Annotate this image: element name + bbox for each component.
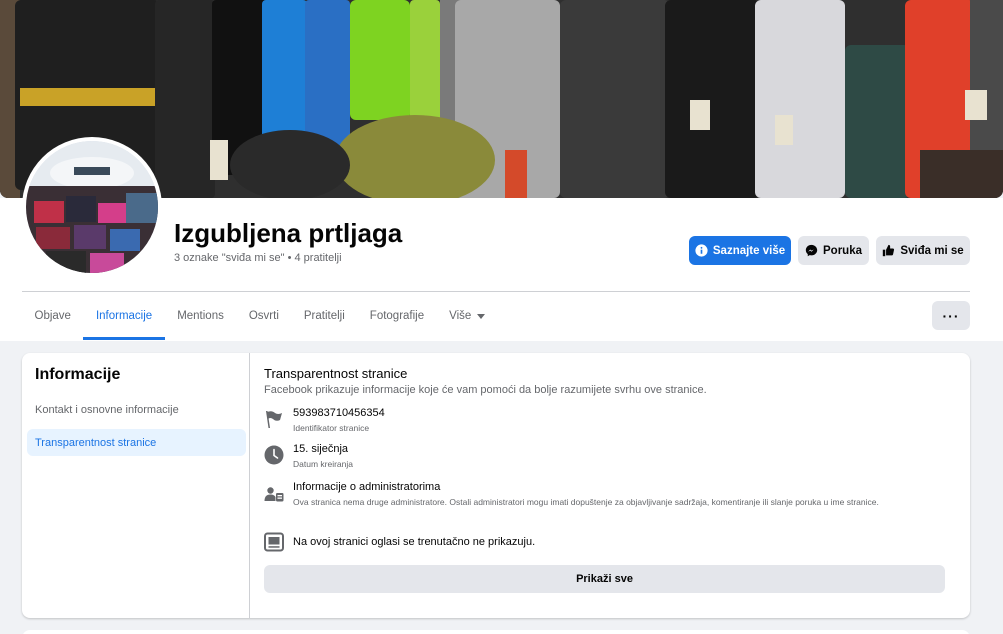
- creation-date-value: 15. siječnja: [293, 443, 349, 455]
- tab-label: Fotografije: [369, 310, 425, 322]
- admins-row: Informacije o administratorima Ova stran…: [264, 481, 954, 523]
- page-title: Izgubljena prtljaga: [174, 218, 403, 248]
- tab-label: Objave: [34, 310, 71, 322]
- about-sidebar: Informacije Kontakt i osnovne informacij…: [22, 353, 250, 618]
- page-id-label: Identifikator stranice: [293, 423, 370, 433]
- page-tabs: Objave Informacije Mentions Osvrti Prati…: [22, 292, 498, 340]
- tab-mentions[interactable]: Mentions: [165, 292, 237, 340]
- tab-label: Informacije: [95, 310, 153, 322]
- profile-avatar[interactable]: [22, 137, 162, 277]
- admins-description: Ova stranica nema druge administratore. …: [293, 497, 879, 507]
- ads-row: Na ovoj stranici oglasi se trenutačno ne…: [264, 532, 954, 557]
- message-label: Poruka: [823, 244, 862, 257]
- creation-date-label: Datum kreiranja: [293, 459, 353, 469]
- ads-status: Na ovoj stranici oglasi se trenutačno ne…: [293, 536, 536, 548]
- admins-title: Informacije o administratorima: [293, 481, 441, 493]
- clock-icon: [264, 445, 284, 465]
- tab-objave[interactable]: Objave: [22, 292, 83, 340]
- tab-label: Mentions: [177, 310, 224, 322]
- sidebar-title: Informacije: [35, 366, 121, 383]
- chevron-down-icon: [477, 313, 486, 319]
- info-icon: [695, 244, 708, 257]
- learn-more-label: Saznajte više: [712, 244, 786, 257]
- like-button[interactable]: Sviđa mi se: [876, 236, 970, 265]
- tab-label: Osvrti: [248, 310, 279, 322]
- more-options-button[interactable]: ···: [932, 301, 970, 330]
- message-button[interactable]: Poruka: [798, 236, 869, 265]
- sidebar-item-transparency[interactable]: Transparentnost stranice: [27, 429, 246, 456]
- admins-icon: [264, 487, 284, 502]
- tab-vise[interactable]: Više: [437, 292, 498, 340]
- flag-icon: [266, 411, 282, 428]
- messenger-icon: [805, 244, 818, 257]
- page-stats[interactable]: 3 oznake "sviđa mi se" • 4 pratitelji: [174, 252, 342, 264]
- sidebar-item-contact[interactable]: Kontakt i osnovne informacije: [27, 396, 246, 423]
- next-card-edge: [22, 630, 970, 634]
- ads-icon: [264, 532, 284, 552]
- creation-date-row: 15. siječnja Datum kreiranja: [264, 443, 954, 471]
- show-all-button[interactable]: Prikaži sve: [264, 565, 945, 593]
- tab-fotografije[interactable]: Fotografije: [357, 292, 436, 340]
- page-id-value: 593983710456354: [293, 407, 385, 419]
- thumbs-up-icon: [883, 244, 895, 257]
- about-card: Informacije Kontakt i osnovne informacij…: [22, 353, 970, 618]
- sidebar-item-label: Kontakt i osnovne informacije: [35, 403, 179, 416]
- tab-informacije[interactable]: Informacije: [83, 292, 165, 340]
- page-id-row: 593983710456354 Identifikator stranice: [264, 407, 954, 435]
- section-title: Transparentnost stranice: [264, 366, 408, 381]
- tab-pratitelji[interactable]: Pratitelji: [291, 292, 357, 340]
- tab-label: Više: [449, 310, 472, 322]
- ellipsis-icon: ···: [942, 307, 960, 324]
- tab-osvrti[interactable]: Osvrti: [236, 292, 291, 340]
- sidebar-item-label: Transparentnost stranice: [35, 436, 157, 449]
- learn-more-button[interactable]: Saznajte više: [689, 236, 791, 265]
- tab-label: Pratitelji: [303, 310, 345, 322]
- transparency-section: Transparentnost stranice Facebook prikaz…: [264, 353, 964, 618]
- like-label: Sviđa mi se: [900, 244, 964, 257]
- section-description: Facebook prikazuje informacije koje će v…: [264, 384, 707, 396]
